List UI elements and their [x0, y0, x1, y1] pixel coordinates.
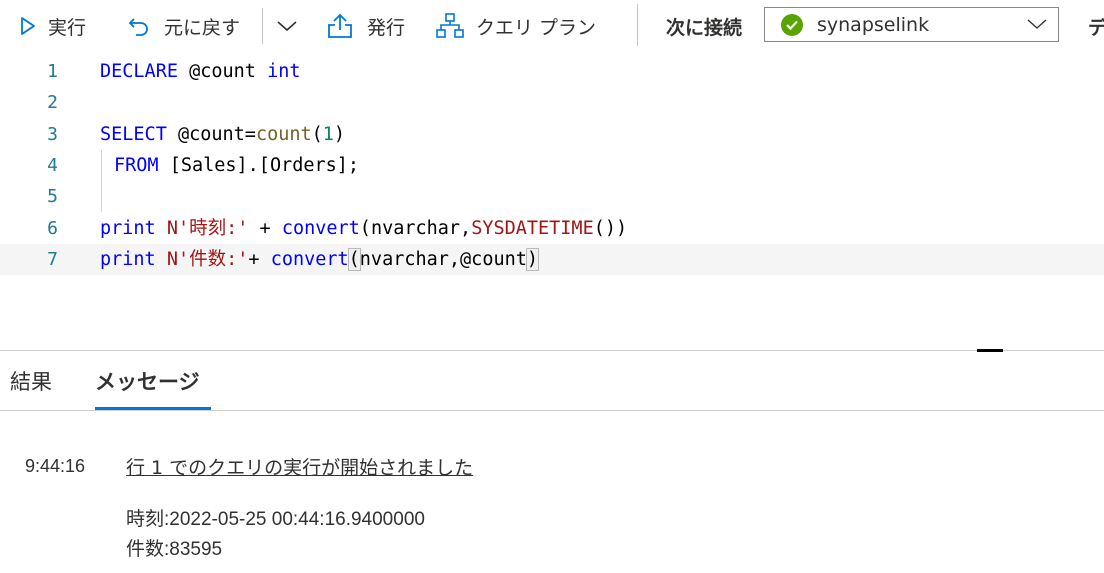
output-line: 件数:83595: [126, 539, 223, 560]
query-plan-label: クエリ プラン: [476, 16, 597, 39]
code-token: (: [359, 218, 371, 239]
checkmark-circle-icon: [781, 13, 803, 36]
sql-editor[interactable]: 1 DECLARE @count int 2 3 SELECT @count=c…: [0, 52, 1104, 350]
code-line: 2: [0, 87, 1104, 118]
matched-bracket: ): [525, 248, 540, 271]
code-line: 1 DECLARE @count int: [0, 56, 1104, 87]
keyword: convert: [281, 218, 360, 239]
query-toolbar: 実行 元に戻す 発行 クエリ プラン 次に接続 synapselink デ: [0, 0, 1104, 52]
output-line: 時刻:2022-05-25 00:44:16.9400000: [126, 509, 425, 530]
code-line: 3 SELECT @count=count(1): [0, 119, 1104, 150]
code-text: print N'時刻:' + convert(nvarchar,SYSDATET…: [100, 213, 627, 244]
current-code-line: 7 print N'件数:'+ convert(nvarchar,@count): [0, 244, 1104, 275]
string-literal: N'時刻:': [166, 218, 249, 239]
keyword: print: [100, 218, 156, 239]
keyword: convert: [270, 249, 349, 270]
hierarchy-icon: [436, 13, 464, 39]
line-number: 7: [47, 249, 58, 270]
chevron-down-icon: [1026, 16, 1048, 35]
code-token: nvarchar,@count: [359, 249, 527, 270]
tabs-divider: [0, 410, 1104, 411]
publish-button[interactable]: 発行: [327, 0, 405, 52]
line-number: 3: [47, 124, 58, 145]
code-token: [Sales].[Orders];: [158, 155, 360, 176]
line-number: 5: [47, 186, 58, 207]
number-literal: 1: [322, 124, 334, 145]
play-icon: [20, 16, 36, 36]
message-timestamp: 9:44:16: [25, 456, 86, 476]
toolbar-divider: [637, 4, 638, 46]
code-token: @count: [177, 61, 268, 82]
keyword: DECLARE: [100, 61, 178, 82]
keyword: SELECT: [100, 124, 167, 145]
keyword: int: [267, 61, 301, 82]
publish-label: 発行: [367, 16, 406, 39]
query-start-message-link[interactable]: 行 1 でのクエリの実行が開始されました: [126, 453, 473, 480]
string-literal: N'件数:': [166, 249, 249, 270]
results-tabs: 結果 メッセージ: [0, 351, 1104, 411]
undo-icon: [128, 15, 150, 37]
code-text: SELECT @count=count(1): [100, 119, 345, 150]
code-text: DECLARE @count int: [100, 56, 301, 87]
undo-dropdown-button[interactable]: [276, 0, 298, 52]
upload-icon: [327, 13, 353, 39]
database-label-truncated: デ: [1088, 16, 1104, 39]
toolbar-divider: [262, 8, 263, 44]
connection-dropdown[interactable]: synapselink: [764, 7, 1059, 42]
code-token: ()): [593, 218, 628, 239]
matched-bracket: (: [347, 248, 361, 271]
line-number: 2: [47, 92, 58, 113]
connect-to-label: 次に接続: [666, 16, 743, 39]
keyword: print: [100, 249, 156, 270]
code-line: 5: [0, 181, 1104, 212]
line-number: 4: [47, 155, 58, 176]
connection-value: synapselink: [817, 13, 930, 36]
line-number: 1: [47, 61, 58, 82]
tab-results[interactable]: 結果: [10, 351, 52, 411]
run-label: 実行: [48, 16, 87, 39]
code-token: ): [333, 124, 346, 145]
code-text: FROM [Sales].[Orders];: [114, 150, 359, 181]
code-line: 6 print N'時刻:' + convert(nvarchar,SYSDAT…: [0, 213, 1104, 244]
function-name: SYSDATETIME: [471, 218, 594, 239]
keyword: FROM: [114, 155, 159, 176]
code-token: +: [248, 249, 271, 270]
code-line: 4 FROM [Sales].[Orders];: [0, 150, 1104, 181]
run-button[interactable]: 実行: [20, 0, 86, 52]
query-plan-button[interactable]: クエリ プラン: [436, 0, 596, 52]
tab-messages[interactable]: メッセージ: [95, 351, 200, 411]
code-token: @count=: [166, 124, 256, 145]
undo-button[interactable]: 元に戻す: [128, 0, 240, 52]
chevron-down-icon: [276, 19, 298, 33]
code-text: print N'件数:'+ convert(nvarchar,@count): [100, 244, 540, 275]
code-token: nvarchar,: [370, 218, 472, 239]
line-number: 6: [47, 218, 58, 239]
code-token: (: [311, 124, 323, 145]
undo-label: 元に戻す: [164, 16, 241, 39]
function-name: count: [255, 124, 312, 145]
code-token: +: [248, 218, 282, 239]
